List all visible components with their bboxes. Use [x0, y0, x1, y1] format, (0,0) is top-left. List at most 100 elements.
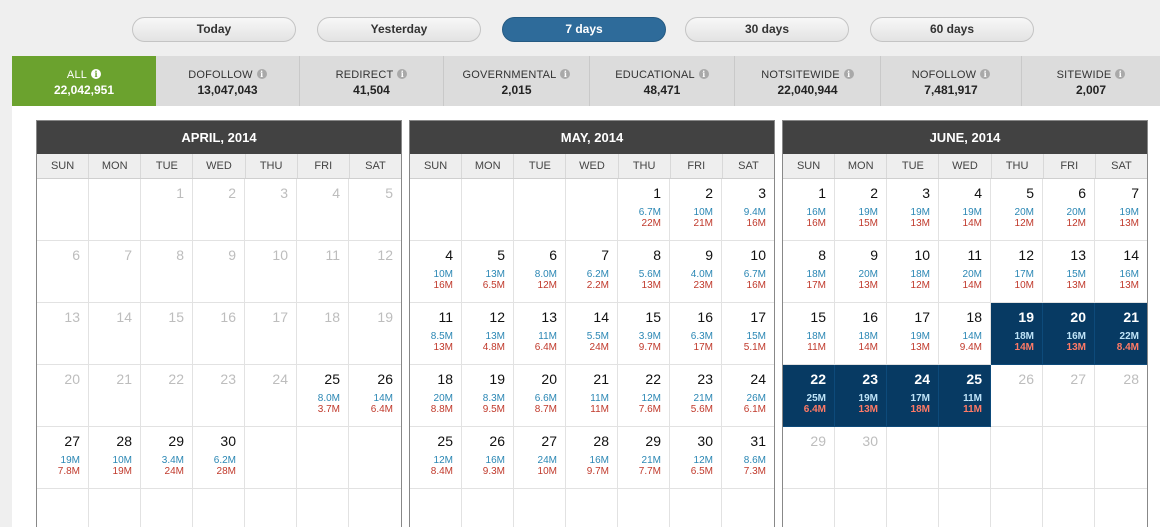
day-cell[interactable]: 28 [1095, 365, 1147, 427]
day-cell[interactable]: 11 20M 14M [939, 241, 991, 303]
day-cell[interactable]: 9 4.0M 23M [670, 241, 722, 303]
day-cell[interactable]: 26 16M 9.3M [462, 427, 514, 489]
day-cell[interactable]: 5 20M 12M [991, 179, 1043, 241]
day-cell[interactable]: 15 [141, 303, 193, 365]
day-cell[interactable]: 3 19M 13M [887, 179, 939, 241]
filter-notsitewide[interactable]: NOTSITEWIDE i 22,040,944 [735, 56, 881, 106]
day-cell[interactable]: 30 [835, 427, 887, 489]
day-cell[interactable]: 13 15M 13M [1043, 241, 1095, 303]
day-cell[interactable]: 26 14M 6.4M [349, 365, 401, 427]
day-cell[interactable]: 2 10M 21M [670, 179, 722, 241]
day-cell[interactable]: 18 14M 9.4M [939, 303, 991, 365]
info-icon[interactable]: i [843, 69, 854, 79]
day-cell[interactable]: 21 22M 8.4M [1095, 303, 1147, 365]
day-cell[interactable]: 12 [349, 241, 401, 303]
day-cell[interactable]: 7 19M 13M [1095, 179, 1147, 241]
info-icon[interactable]: i [980, 69, 991, 79]
day-cell[interactable]: 19 18M 14M [991, 303, 1043, 365]
day-cell[interactable]: 30 12M 6.5M [670, 427, 722, 489]
filter-sitewide[interactable]: SITEWIDE i 2,007 [1022, 56, 1160, 106]
day-cell[interactable]: 30 6.2M 28M [193, 427, 245, 489]
tab-7-days[interactable]: 7 days [502, 17, 666, 42]
day-cell[interactable]: 4 [297, 179, 349, 241]
info-icon[interactable]: i [256, 69, 267, 79]
filter-educational[interactable]: EDUCATIONAL i 48,471 [590, 56, 735, 106]
day-cell[interactable]: 29 3.4M 24M [141, 427, 193, 489]
day-cell[interactable]: 8 [141, 241, 193, 303]
day-cell[interactable]: 11 8.5M 13M [410, 303, 462, 365]
day-cell[interactable]: 29 [783, 427, 835, 489]
day-cell[interactable]: 7 6.2M 2.2M [566, 241, 618, 303]
day-cell[interactable]: 7 [89, 241, 141, 303]
day-cell[interactable]: 20 6.6M 8.7M [514, 365, 566, 427]
info-icon[interactable]: i [91, 69, 102, 79]
day-cell[interactable]: 2 [193, 179, 245, 241]
day-cell[interactable]: 8 18M 17M [783, 241, 835, 303]
day-cell[interactable]: 2 19M 15M [835, 179, 887, 241]
day-cell[interactable]: 25 12M 8.4M [410, 427, 462, 489]
day-cell[interactable]: 12 17M 10M [991, 241, 1043, 303]
day-cell[interactable]: 17 [245, 303, 297, 365]
day-cell[interactable]: 13 11M 6.4M [514, 303, 566, 365]
day-cell[interactable]: 31 8.6M 7.3M [722, 427, 774, 489]
day-cell[interactable]: 22 25M 6.4M [783, 365, 835, 427]
day-cell[interactable]: 27 24M 10M [514, 427, 566, 489]
day-cell[interactable]: 4 10M 16M [410, 241, 462, 303]
day-cell[interactable]: 27 [1043, 365, 1095, 427]
day-cell[interactable]: 11 [297, 241, 349, 303]
day-cell[interactable]: 14 [89, 303, 141, 365]
day-cell[interactable]: 15 18M 11M [783, 303, 835, 365]
day-cell[interactable]: 27 19M 7.8M [37, 427, 89, 489]
day-cell[interactable]: 26 [991, 365, 1043, 427]
day-cell[interactable]: 5 [349, 179, 401, 241]
day-cell[interactable]: 28 16M 9.7M [566, 427, 618, 489]
day-cell[interactable]: 1 [141, 179, 193, 241]
tab-yesterday[interactable]: Yesterday [317, 17, 481, 42]
info-icon[interactable]: i [1115, 69, 1126, 79]
day-cell[interactable]: 24 26M 6.1M [722, 365, 774, 427]
day-cell[interactable]: 16 6.3M 17M [670, 303, 722, 365]
day-cell[interactable]: 9 [193, 241, 245, 303]
day-cell[interactable]: 15 3.9M 9.7M [618, 303, 670, 365]
day-cell[interactable]: 22 [141, 365, 193, 427]
day-cell[interactable]: 20 [37, 365, 89, 427]
day-cell[interactable]: 21 11M 11M [566, 365, 618, 427]
day-cell[interactable]: 6 20M 12M [1043, 179, 1095, 241]
day-cell[interactable]: 21 [89, 365, 141, 427]
day-cell[interactable]: 4 19M 14M [939, 179, 991, 241]
filter-redirect[interactable]: REDIRECT i 41,504 [300, 56, 444, 106]
day-cell[interactable]: 28 10M 19M [89, 427, 141, 489]
day-cell[interactable]: 19 [349, 303, 401, 365]
day-cell[interactable]: 23 [193, 365, 245, 427]
filter-all[interactable]: ALL i 22,042,951 [12, 56, 156, 106]
day-cell[interactable]: 14 16M 13M [1095, 241, 1147, 303]
day-cell[interactable]: 23 19M 13M [835, 365, 887, 427]
day-cell[interactable]: 13 [37, 303, 89, 365]
day-cell[interactable]: 9 20M 13M [835, 241, 887, 303]
day-cell[interactable]: 20 16M 13M [1043, 303, 1095, 365]
day-cell[interactable]: 18 [297, 303, 349, 365]
day-cell[interactable]: 6 [37, 241, 89, 303]
day-cell[interactable]: 22 12M 7.6M [618, 365, 670, 427]
day-cell[interactable]: 23 21M 5.6M [670, 365, 722, 427]
day-cell[interactable]: 25 11M 11M [939, 365, 991, 427]
day-cell[interactable]: 16 18M 14M [835, 303, 887, 365]
day-cell[interactable]: 17 19M 13M [887, 303, 939, 365]
filter-dofollow[interactable]: DOFOLLOW i 13,047,043 [156, 56, 300, 106]
info-icon[interactable]: i [397, 69, 408, 79]
filter-governmental[interactable]: GOVERNMENTAL i 2,015 [444, 56, 590, 106]
day-cell[interactable]: 8 5.6M 13M [618, 241, 670, 303]
day-cell[interactable]: 12 13M 4.8M [462, 303, 514, 365]
day-cell[interactable]: 1 6.7M 22M [618, 179, 670, 241]
tab-today[interactable]: Today [132, 17, 296, 42]
day-cell[interactable]: 16 [193, 303, 245, 365]
day-cell[interactable]: 10 6.7M 16M [722, 241, 774, 303]
info-icon[interactable]: i [560, 69, 571, 79]
day-cell[interactable]: 6 8.0M 12M [514, 241, 566, 303]
day-cell[interactable]: 1 16M 16M [783, 179, 835, 241]
day-cell[interactable]: 25 8.0M 3.7M [297, 365, 349, 427]
day-cell[interactable]: 17 15M 5.1M [722, 303, 774, 365]
tab-60-days[interactable]: 60 days [870, 17, 1034, 42]
day-cell[interactable]: 18 20M 8.8M [410, 365, 462, 427]
day-cell[interactable]: 24 [245, 365, 297, 427]
